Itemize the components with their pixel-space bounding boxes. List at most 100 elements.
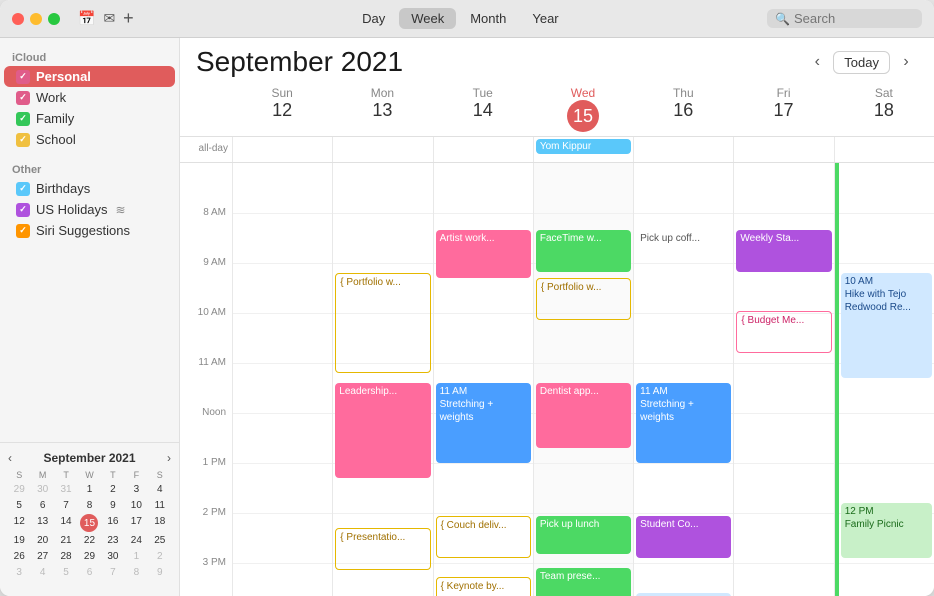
mini-day-10[interactable]: 10: [125, 498, 147, 513]
mini-day-28[interactable]: 28: [55, 549, 77, 564]
sidebar-item-work[interactable]: ✓ Work: [4, 87, 175, 108]
mini-day-4o[interactable]: 4: [31, 565, 53, 580]
event-portfolio-wed[interactable]: { Portfolio w...: [536, 278, 631, 320]
mini-day-5[interactable]: 5: [8, 498, 30, 513]
event-presentation[interactable]: { Presentatio...: [335, 528, 430, 570]
search-icon: 🔍: [775, 12, 790, 26]
maximize-button[interactable]: [48, 13, 60, 25]
calendar-area: September 2021 ‹ Today › Sun 12: [180, 38, 934, 596]
mini-day-7o[interactable]: 7: [102, 565, 124, 580]
cal-prev-button[interactable]: ‹: [805, 50, 829, 74]
event-pickup-coff[interactable]: Pick up coff...: [636, 230, 731, 272]
event-stretching-tue[interactable]: 11 AMStretching + weights: [436, 383, 531, 463]
yom-kippur-event[interactable]: Yom Kippur: [536, 139, 631, 154]
mini-day-26[interactable]: 26: [8, 549, 30, 564]
close-button[interactable]: [12, 13, 24, 25]
hour-line: [233, 363, 332, 364]
time-grid: 8 AM 9 AM 10 AM 11 AM Noon 1 PM 2 PM 3 P…: [180, 163, 934, 596]
mini-day-20[interactable]: 20: [31, 533, 53, 548]
event-budget-me[interactable]: { Budget Me...: [736, 311, 831, 353]
event-hike[interactable]: 10 AMHike with TejoRedwood Re...: [841, 273, 932, 378]
sidebar-item-siri[interactable]: ✓ Siri Suggestions: [4, 220, 175, 241]
hour-line: [634, 363, 733, 364]
mini-day-1o[interactable]: 1: [125, 549, 147, 564]
mini-day-29o[interactable]: 29: [8, 482, 30, 497]
mini-day-11[interactable]: 11: [149, 498, 171, 513]
event-keynote[interactable]: { Keynote by...: [436, 577, 531, 596]
mini-day-3[interactable]: 3: [125, 482, 147, 497]
event-couch-deliv[interactable]: { Couch deliv...: [436, 516, 531, 558]
day-header-sun12: Sun 12: [232, 82, 332, 136]
mini-day-14[interactable]: 14: [55, 514, 77, 532]
sidebar-item-birthdays[interactable]: ✓ Birthdays: [4, 178, 175, 199]
mini-day-13[interactable]: 13: [31, 514, 53, 532]
sidebar-item-family[interactable]: ✓ Family: [4, 108, 175, 129]
mini-day-1[interactable]: 1: [78, 482, 100, 497]
mini-cal-prev[interactable]: ‹: [8, 451, 12, 465]
inbox-icon[interactable]: ✉: [103, 10, 115, 27]
event-artist-work[interactable]: Artist work...: [436, 230, 531, 278]
event-stretching-thu[interactable]: 11 AMStretching + weights: [636, 383, 731, 463]
event-portfolio-mon[interactable]: { Portfolio w...: [335, 273, 430, 373]
mini-day-30o[interactable]: 30: [31, 482, 53, 497]
mini-day-27[interactable]: 27: [31, 549, 53, 564]
mini-cal-grid: S M T W T F S 29 30 31 1 2 3 4 5: [8, 469, 171, 580]
hour-line: [233, 563, 332, 564]
mini-day-12[interactable]: 12: [8, 514, 30, 532]
tab-week[interactable]: Week: [399, 8, 456, 29]
mini-day-21[interactable]: 21: [55, 533, 77, 548]
mini-day-8o[interactable]: 8: [125, 565, 147, 580]
add-event-button[interactable]: +: [123, 8, 134, 29]
mini-day-5o[interactable]: 5: [55, 565, 77, 580]
event-team-prese[interactable]: Team prese...: [536, 568, 631, 596]
mini-day-15[interactable]: 15: [80, 514, 98, 532]
calendar-icon[interactable]: 📅: [78, 10, 95, 27]
birthdays-checkbox: ✓: [16, 182, 30, 196]
dow-t1: T: [55, 469, 77, 481]
mini-day-2[interactable]: 2: [102, 482, 124, 497]
event-facetime[interactable]: FaceTime w...: [536, 230, 631, 272]
mini-day-16[interactable]: 16: [102, 514, 124, 532]
today-button[interactable]: Today: [833, 51, 890, 74]
cal-next-button[interactable]: ›: [894, 50, 918, 74]
tab-day[interactable]: Day: [350, 8, 397, 29]
mini-day-2o[interactable]: 2: [149, 549, 171, 564]
sidebar-item-us-holidays[interactable]: ✓ US Holidays ≋: [4, 199, 175, 220]
mini-day-23[interactable]: 23: [102, 533, 124, 548]
search-bar[interactable]: 🔍: [767, 9, 922, 28]
mini-day-30[interactable]: 30: [102, 549, 124, 564]
search-input[interactable]: [794, 11, 914, 26]
mini-day-8[interactable]: 8: [78, 498, 100, 513]
event-leadership[interactable]: Leadership...: [335, 383, 430, 478]
week-day-headers: Sun 12 Mon 13 Tue 14 Wed 15: [180, 82, 934, 137]
mini-day-24[interactable]: 24: [125, 533, 147, 548]
event-student-co[interactable]: Student Co...: [636, 516, 731, 558]
minimize-button[interactable]: [30, 13, 42, 25]
event-weekly-sta[interactable]: Weekly Sta...: [736, 230, 831, 272]
mini-cal-title: September 2021: [43, 451, 135, 465]
sidebar-item-school[interactable]: ✓ School: [4, 129, 175, 150]
mini-day-31o[interactable]: 31: [55, 482, 77, 497]
mini-day-29[interactable]: 29: [78, 549, 100, 564]
event-pickup-lunch[interactable]: Pick up lunch: [536, 516, 631, 554]
mini-day-3o[interactable]: 3: [8, 565, 30, 580]
event-dentist[interactable]: Dentist app...: [536, 383, 631, 448]
mini-day-18[interactable]: 18: [149, 514, 171, 532]
view-tabs: Day Week Month Year: [350, 8, 571, 29]
mini-day-25[interactable]: 25: [149, 533, 171, 548]
mini-day-4[interactable]: 4: [149, 482, 171, 497]
mini-day-9o[interactable]: 9: [149, 565, 171, 580]
mini-day-6o[interactable]: 6: [78, 565, 100, 580]
mini-day-6[interactable]: 6: [31, 498, 53, 513]
mini-day-9[interactable]: 9: [102, 498, 124, 513]
mini-day-7[interactable]: 7: [55, 498, 77, 513]
mini-day-19[interactable]: 19: [8, 533, 30, 548]
tab-year[interactable]: Year: [520, 8, 570, 29]
mini-day-22[interactable]: 22: [78, 533, 100, 548]
mini-cal-next[interactable]: ›: [167, 451, 171, 465]
mini-day-17[interactable]: 17: [125, 514, 147, 532]
tab-month[interactable]: Month: [458, 8, 518, 29]
sidebar-item-personal[interactable]: ✓ Personal: [4, 66, 175, 87]
event-family-picnic[interactable]: 12 PMFamily Picnic: [841, 503, 932, 558]
all-day-fri: [733, 137, 833, 162]
